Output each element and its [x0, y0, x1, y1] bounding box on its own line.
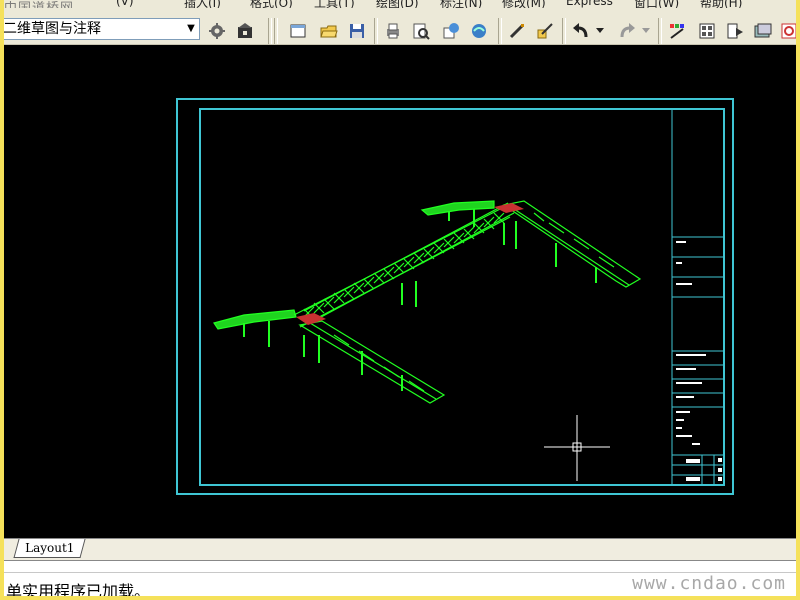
watermark-bottom: www.cndao.com — [632, 573, 786, 594]
command-area[interactable]: 单实用程序已加载。 www.cndao.com — [4, 560, 796, 596]
standard-toolbar: 二维草图与注释 ▼ — [4, 8, 796, 45]
properties-icon[interactable] — [666, 20, 688, 42]
menu-item[interactable]: 窗口(W) — [634, 0, 679, 8]
redo-dropdown-icon[interactable] — [640, 20, 652, 42]
block-editor-icon[interactable] — [534, 20, 556, 42]
markup-icon[interactable] — [778, 20, 796, 42]
undo-icon[interactable] — [570, 20, 592, 42]
paper-border — [176, 98, 734, 495]
3d-dwf-icon[interactable] — [468, 20, 490, 42]
command-line-text: 单实用程序已加载。 — [6, 582, 151, 596]
layout-tab-bar: Layout1 — [4, 538, 796, 561]
menu-item[interactable]: 帮助(H) — [700, 0, 742, 8]
plot-preview-icon[interactable] — [410, 20, 432, 42]
drawing-frame — [199, 108, 725, 486]
right-tower-block — [494, 203, 524, 213]
menu-item[interactable]: 标注(N) — [440, 0, 482, 8]
sheet-set-icon[interactable] — [752, 20, 774, 42]
tool-palettes-icon[interactable] — [724, 20, 746, 42]
tab-layout1[interactable]: Layout1 — [13, 539, 86, 558]
menu-item[interactable]: Express — [566, 0, 613, 8]
drawing-area[interactable] — [4, 45, 796, 538]
crosshair-cursor — [544, 415, 610, 481]
publish-icon[interactable] — [440, 20, 462, 42]
drawing-canvas — [176, 98, 734, 495]
design-center-icon[interactable] — [696, 20, 718, 42]
menu-item[interactable]: 工具(T) — [314, 0, 355, 8]
menu-item[interactable]: 格式(O) — [250, 0, 293, 8]
menu-item[interactable]: 插入(I) — [184, 0, 221, 8]
app-window: (V) 插入(I) 格式(O) 工具(T) 绘图(D) 标注(N) 修改(M) Express… — [4, 0, 796, 596]
tab-layout1-label: Layout1 — [25, 541, 75, 555]
plot-icon[interactable] — [382, 20, 404, 42]
menu-item[interactable]: 修改(M) — [502, 0, 546, 8]
chevron-down-icon[interactable]: ▼ — [183, 19, 199, 39]
match-properties-icon[interactable] — [506, 20, 528, 42]
undo-dropdown-icon[interactable] — [594, 20, 606, 42]
left-tower-block — [296, 313, 326, 325]
workspace-select-value: 二维草图与注释 — [4, 21, 101, 37]
menu-bar: (V) 插入(I) 格式(O) 工具(T) 绘图(D) 标注(N) 修改(M) Express… — [4, 0, 796, 8]
open-icon[interactable] — [318, 20, 340, 42]
workspace-settings-icon[interactable] — [206, 20, 228, 42]
bridge-model — [213, 200, 642, 404]
menu-item[interactable]: (V) — [116, 0, 134, 8]
workspace-icon[interactable] — [234, 20, 256, 42]
save-icon[interactable] — [346, 20, 368, 42]
redo-icon[interactable] — [616, 20, 638, 42]
menu-item[interactable]: 绘图(D) — [376, 0, 419, 8]
workspace-select[interactable]: 二维草图与注释 ▼ — [4, 18, 200, 40]
new-icon[interactable] — [287, 20, 309, 42]
